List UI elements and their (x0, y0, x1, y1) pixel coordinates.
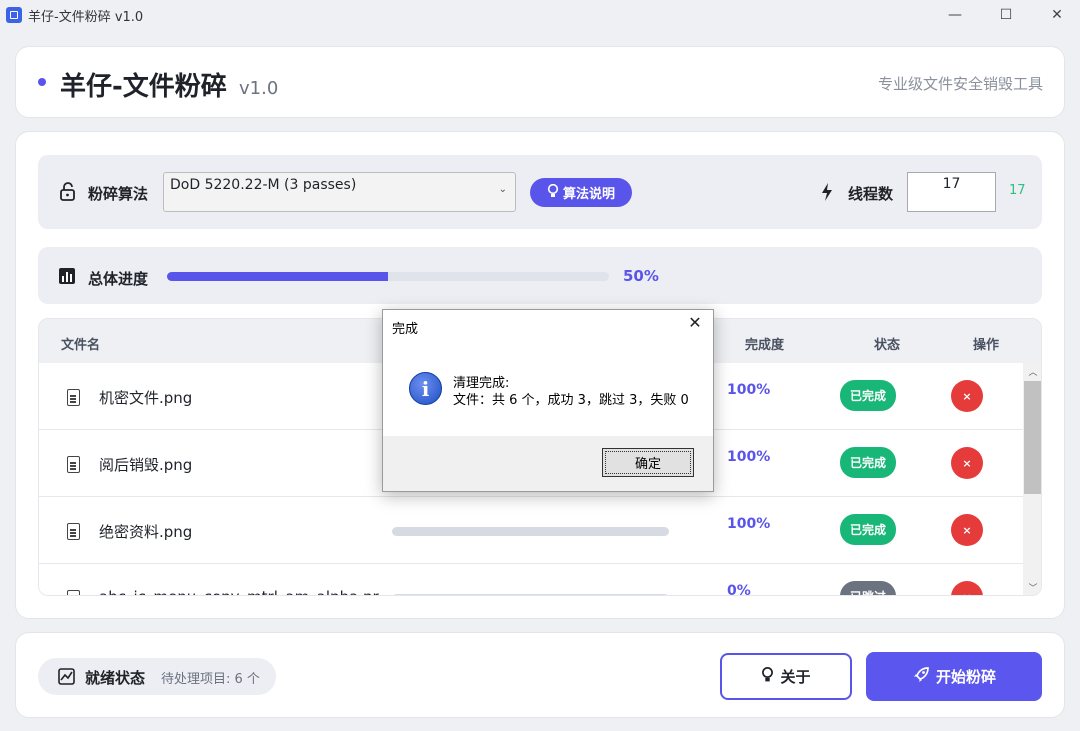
algorithm-help-button[interactable]: 算法说明 (530, 178, 632, 207)
overall-progress-percent: 50% (623, 267, 659, 285)
dialog-title: 完成 (392, 322, 419, 337)
start-shred-button-label: 开始粉碎 (935, 668, 996, 686)
app-subtitle: 专业级文件安全销毁工具 (877, 75, 1043, 93)
header-dot-icon (38, 78, 46, 86)
row-progress-percent: 0% (727, 583, 751, 596)
row-progress-percent: 100% (727, 449, 771, 465)
dialog-message-line2: 文件：共 6 个，成功 3，跳过 3，失败 0 (453, 393, 689, 408)
delete-row-button[interactable]: × (951, 514, 983, 546)
status-badge: 已跳过 (840, 581, 896, 595)
dialog-close-button[interactable]: ✕ (685, 313, 705, 335)
app-title: 羊仔-文件粉碎 (60, 72, 227, 102)
start-shred-button[interactable]: 开始粉碎 (866, 652, 1042, 701)
overall-progress-bar (167, 272, 609, 281)
file-icon (67, 590, 80, 595)
overall-progress-label: 总体进度 (88, 270, 149, 288)
lightbulb-icon (761, 666, 774, 687)
threads-label: 线程数 (848, 185, 894, 203)
status-label: 就绪状态 (85, 669, 146, 687)
lightning-icon (820, 183, 834, 205)
table-row: 绝密资料.png 100% 已完成 × (39, 497, 1023, 564)
column-header-progress: 完成度 (745, 338, 785, 353)
rocket-icon (912, 666, 930, 688)
delete-row-button[interactable]: × (951, 581, 983, 595)
row-progress-percent: 100% (727, 382, 771, 398)
about-button[interactable]: 关于 (720, 653, 852, 700)
overall-progress-fill (167, 272, 388, 281)
file-name: abc_ic_menu_copy_mtrl_am_alpha.pr (99, 588, 379, 595)
scrollbar-thumb[interactable] (1024, 381, 1041, 494)
algorithm-select[interactable]: DoD 5220.22-M (3 passes) ⌄ (163, 172, 516, 212)
dialog-ok-button[interactable]: 确定 (602, 448, 694, 477)
close-window-button[interactable]: ✕ (1032, 0, 1080, 30)
file-icon (67, 389, 80, 406)
column-header-filename: 文件名 (61, 338, 101, 353)
delete-row-button[interactable]: × (951, 380, 983, 412)
status-badge: 已完成 (840, 380, 896, 411)
about-button-label: 关于 (780, 668, 811, 686)
title-bar: 羊仔-文件粉碎 v1.0 — ☐ ✕ (0, 0, 1080, 30)
lock-icon (58, 182, 78, 206)
column-header-status: 状态 (874, 338, 901, 353)
status-pill: 就绪状态 待处理项目: 6 个 (38, 658, 276, 695)
scroll-down-arrow-icon[interactable]: ﹀ (1023, 581, 1041, 595)
info-icon: i (409, 372, 442, 405)
chevron-down-icon: ⌄ (498, 184, 507, 195)
status-badge: 已完成 (840, 514, 896, 545)
window-title: 羊仔-文件粉碎 v1.0 (28, 9, 144, 25)
column-header-actions: 操作 (973, 338, 1000, 353)
table-row: abc_ic_menu_copy_mtrl_am_alpha.pr 0% 已跳过… (39, 564, 1023, 596)
file-name: 机密文件.png (99, 389, 193, 407)
maximize-button[interactable]: ☐ (981, 0, 1031, 30)
threads-value: 17 (1009, 183, 1026, 198)
file-icon (67, 523, 80, 540)
file-name: 绝密资料.png (99, 523, 193, 541)
dialog-body: i 清理完成: 文件：共 6 个，成功 3，跳过 3，失败 0 (383, 342, 713, 436)
table-scrollbar[interactable]: ︿ ﹀ (1023, 363, 1041, 595)
row-progress-bar (392, 527, 669, 536)
algorithm-help-label: 算法说明 (562, 187, 615, 202)
threads-input[interactable]: 17 (907, 172, 996, 212)
file-name: 阅后销毁.png (99, 456, 193, 474)
activity-chart-icon (58, 668, 75, 689)
completion-dialog: 完成 ✕ i 清理完成: 文件：共 6 个，成功 3，跳过 3，失败 0 确定 (382, 309, 714, 492)
scroll-up-arrow-icon[interactable]: ︿ (1023, 365, 1041, 379)
app-icon (6, 7, 22, 23)
row-progress-percent: 100% (727, 516, 771, 532)
minimize-button[interactable]: — (930, 0, 980, 30)
pending-items-text: 待处理项目: 6 个 (161, 672, 260, 687)
row-progress-fill (392, 527, 669, 536)
lightbulb-icon (547, 183, 559, 202)
status-badge: 已完成 (840, 447, 896, 478)
dialog-footer: 确定 (383, 436, 713, 491)
algorithm-select-value: DoD 5220.22-M (3 passes) (170, 177, 357, 193)
bar-chart-icon (58, 267, 76, 289)
algorithm-label: 粉碎算法 (88, 185, 149, 203)
delete-row-button[interactable]: × (951, 447, 983, 479)
row-progress-bar (392, 594, 669, 595)
file-icon (67, 456, 80, 473)
app-version: v1.0 (239, 78, 279, 99)
